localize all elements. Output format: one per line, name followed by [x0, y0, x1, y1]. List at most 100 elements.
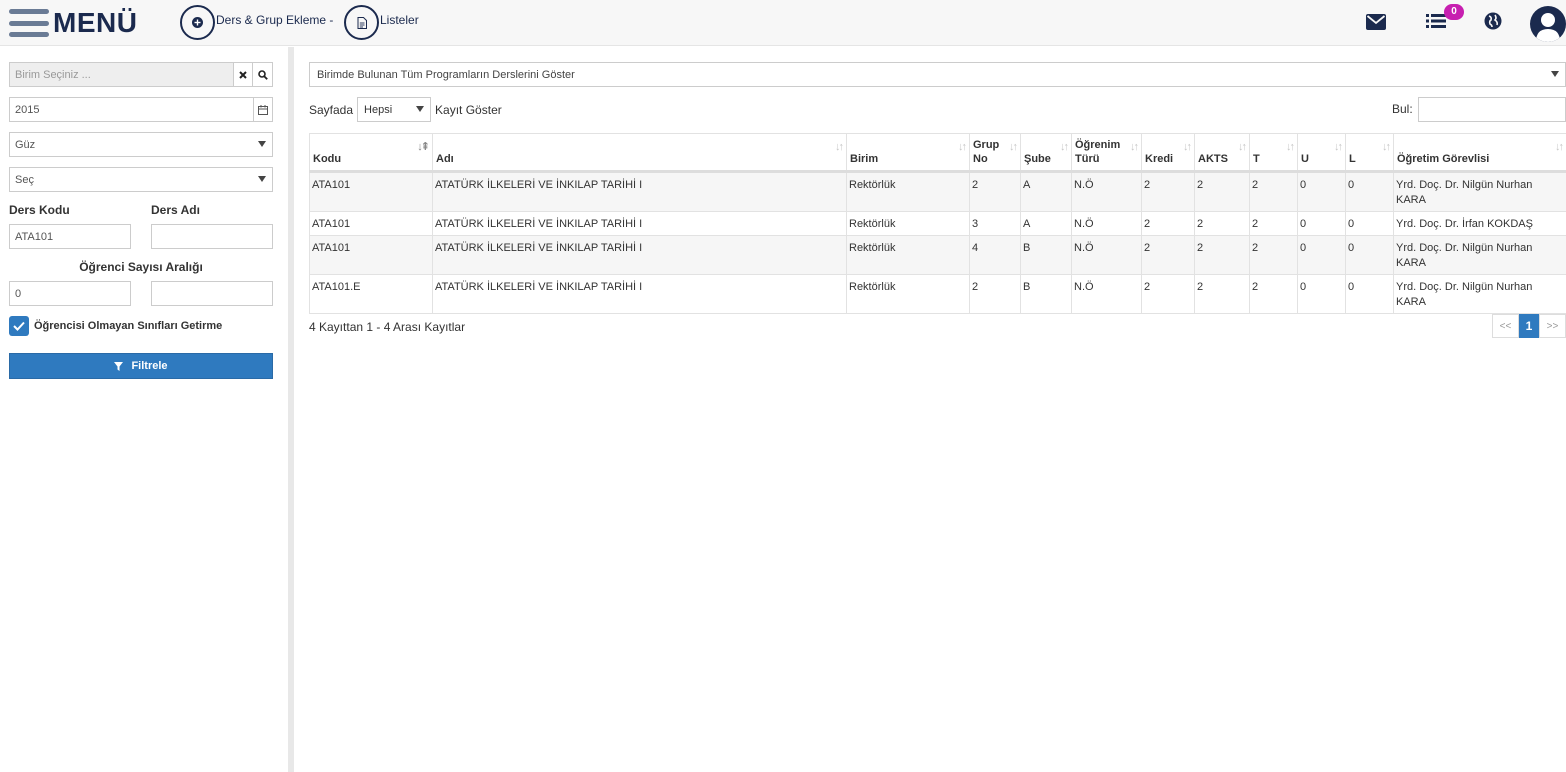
globe-icon[interactable] — [1484, 12, 1502, 33]
table-info: 4 Kayıttan 1 - 4 Arası Kayıtlar — [309, 320, 466, 334]
column-header-l[interactable]: L ↓↑ — [1345, 133, 1394, 173]
cell-grup-no: 2 — [969, 171, 1021, 212]
course-name-input[interactable] — [151, 224, 273, 249]
cell-birim: Rektörlük — [846, 274, 970, 314]
cell-grup-no: 2 — [969, 274, 1021, 314]
cell-t: 2 — [1249, 211, 1298, 236]
courses-table: Kodu ↓⇞ Adı ↓↑ Birim ↓↑ Grup No ↓↑ Şube ↓↑ Öğr… — [309, 133, 1566, 314]
chevron-down-icon — [416, 106, 425, 112]
cell-adi: ATATÜRK İLKELERİ VE İNKILAP TARİHİ I — [432, 235, 847, 275]
cell-kodu: ATA101 — [309, 235, 433, 275]
cell-u: 0 — [1297, 274, 1346, 314]
filter-button[interactable]: Filtrele — [9, 353, 273, 379]
cell-ogrenim-turu: N.Ö — [1071, 235, 1142, 275]
filter-button-label: Filtrele — [131, 360, 168, 372]
table-row[interactable]: ATA101.E ATATÜRK İLKELERİ VE İNKILAP TAR… — [309, 274, 1566, 314]
search-input[interactable] — [1418, 97, 1566, 122]
cell-u: 0 — [1297, 211, 1346, 236]
column-header-ogretim-gorevlisi[interactable]: Öğretim Görevlisi ↓↑ — [1393, 133, 1566, 173]
column-header-ogrenim-turu[interactable]: Öğrenim Türü ↓↑ — [1071, 133, 1142, 173]
user-avatar-icon[interactable] — [1530, 6, 1566, 42]
calendar-button[interactable] — [253, 97, 273, 122]
cell-l: 0 — [1345, 211, 1394, 236]
unit-select[interactable]: Birim Seçiniz ... — [9, 62, 234, 87]
sort-icon: ↓↑ — [1183, 141, 1192, 153]
table-row[interactable]: ATA101 ATATÜRK İLKELERİ VE İNKILAP TARİH… — [309, 235, 1566, 275]
table-row[interactable]: ATA101 ATATÜRK İLKELERİ VE İNKILAP TARİH… — [309, 171, 1566, 212]
sort-icon: ↓↑ — [1286, 141, 1295, 153]
option-select[interactable]: Seç — [9, 167, 273, 192]
cell-kredi: 2 — [1141, 235, 1195, 275]
cell-kodu: ATA101 — [309, 171, 433, 212]
sidebar-divider — [288, 47, 294, 772]
pagination-page-1[interactable]: 1 — [1519, 314, 1539, 338]
envelope-icon[interactable] — [1366, 14, 1386, 33]
column-header-birim[interactable]: Birim ↓↑ — [846, 133, 970, 173]
cell-l: 0 — [1345, 274, 1394, 314]
length-suffix: Kayıt Göster — [435, 102, 502, 117]
column-header-kodu[interactable]: Kodu ↓⇞ — [309, 133, 433, 173]
cell-sube: A — [1020, 211, 1072, 236]
document-icon — [344, 5, 379, 40]
menu-button[interactable]: MENÜ — [9, 6, 137, 40]
sort-icon: ↓↑ — [958, 141, 967, 153]
year-input[interactable]: 2015 — [9, 97, 254, 122]
student-min-value: 0 — [15, 287, 22, 300]
cell-ogretim-gorevlisi: Yrd. Doç. Dr. İrfan KOKDAŞ — [1393, 211, 1566, 236]
clear-unit-button[interactable] — [233, 62, 253, 87]
table-row[interactable]: ATA101 ATATÜRK İLKELERİ VE İNKILAP TARİH… — [309, 211, 1566, 236]
term-select[interactable]: Güz — [9, 132, 273, 157]
calendar-icon — [258, 104, 268, 115]
column-header-akts[interactable]: AKTS ↓↑ — [1194, 133, 1250, 173]
nav-add-course-group[interactable]: Ders & Grup Ekleme - — [180, 5, 333, 41]
menu-label: MENÜ — [53, 7, 138, 38]
cell-grup-no: 4 — [969, 235, 1021, 275]
year-value: 2015 — [15, 103, 40, 116]
column-header-kredi[interactable]: Kredi ↓↑ — [1141, 133, 1195, 173]
list-icon[interactable] — [1426, 13, 1446, 32]
sort-asc-icon: ↓⇞ — [417, 141, 430, 153]
close-icon — [239, 70, 247, 79]
sort-icon: ↓↑ — [1238, 141, 1247, 153]
cell-t: 2 — [1249, 171, 1298, 212]
cell-ogrenim-turu: N.Ö — [1071, 211, 1142, 236]
cell-l: 0 — [1345, 235, 1394, 275]
funnel-icon — [114, 361, 124, 371]
plus-circle-icon — [180, 5, 215, 40]
column-header-grup-no[interactable]: Grup No ↓↑ — [969, 133, 1021, 173]
cell-kredi: 2 — [1141, 211, 1195, 236]
search-label: Bul: — [1392, 102, 1413, 116]
cell-ogretim-gorevlisi: Yrd. Doç. Dr. Nilgün Nurhan KARA — [1393, 171, 1566, 212]
hamburger-icon — [9, 9, 49, 37]
cell-ogretim-gorevlisi: Yrd. Doç. Dr. Nilgün Nurhan KARA — [1393, 274, 1566, 314]
exclude-empty-checkbox[interactable] — [9, 316, 29, 336]
nav-lists[interactable]: Listeler — [344, 5, 419, 41]
course-code-value: ATA101 — [15, 230, 54, 243]
column-header-sube[interactable]: Şube ↓↑ — [1020, 133, 1072, 173]
student-range-label: Öğrenci Sayısı Aralığı — [79, 260, 203, 274]
sort-icon: ↓↑ — [835, 141, 844, 153]
cell-l: 0 — [1345, 171, 1394, 212]
program-select[interactable]: Birimde Bulunan Tüm Programların Dersler… — [309, 62, 1566, 87]
course-code-label: Ders Kodu — [9, 203, 70, 217]
column-header-t[interactable]: T ↓↑ — [1249, 133, 1298, 173]
student-min-input[interactable]: 0 — [9, 281, 131, 306]
cell-akts: 2 — [1194, 171, 1250, 212]
cell-t: 2 — [1249, 235, 1298, 275]
cell-sube: B — [1020, 235, 1072, 275]
term-value: Güz — [15, 138, 36, 151]
cell-t: 2 — [1249, 274, 1298, 314]
chevron-down-icon — [1551, 71, 1559, 77]
search-unit-button[interactable] — [252, 62, 273, 87]
column-header-adi[interactable]: Adı ↓↑ — [432, 133, 847, 173]
pagination: << 1 >> — [1492, 314, 1566, 338]
cell-ogretim-gorevlisi: Yrd. Doç. Dr. Nilgün Nurhan KARA — [1393, 235, 1566, 275]
page-length-select[interactable]: Hepsi — [357, 97, 432, 122]
student-max-input[interactable] — [151, 281, 273, 306]
pagination-next[interactable]: >> — [1539, 314, 1566, 338]
cell-birim: Rektörlük — [846, 211, 970, 236]
cell-sube: A — [1020, 171, 1072, 212]
column-header-u[interactable]: U ↓↑ — [1297, 133, 1346, 173]
course-code-input[interactable]: ATA101 — [9, 224, 131, 249]
pagination-prev[interactable]: << — [1492, 314, 1519, 338]
